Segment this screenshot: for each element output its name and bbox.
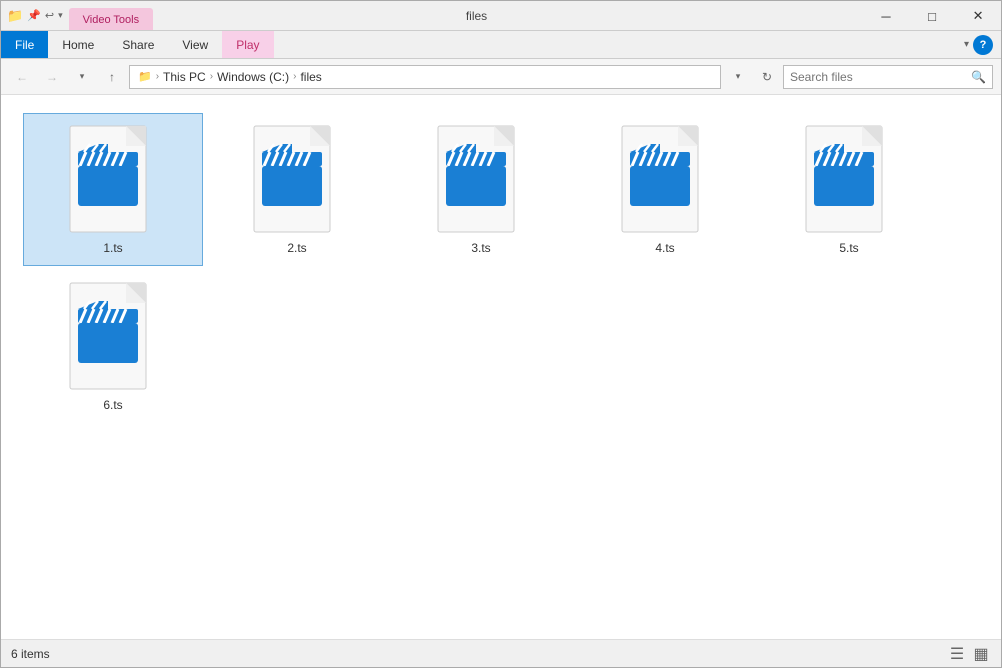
address-path[interactable]: 📁 › This PC › Windows (C:) › files bbox=[129, 65, 721, 89]
file-item[interactable]: 4.ts bbox=[575, 113, 755, 266]
file-icon bbox=[436, 124, 526, 237]
file-name: 5.ts bbox=[839, 241, 858, 255]
title-bar-left: 📁 📌 ↩ ▾ bbox=[1, 1, 69, 30]
folder-icon-small: 📁 bbox=[138, 70, 152, 83]
this-pc-segment[interactable]: This PC bbox=[163, 70, 206, 84]
window-title: files bbox=[456, 1, 863, 30]
file-icon bbox=[620, 124, 710, 237]
ribbon-tab-file[interactable]: File bbox=[1, 31, 48, 58]
ribbon-tab-home[interactable]: Home bbox=[48, 31, 108, 58]
file-item[interactable]: 5.ts bbox=[759, 113, 939, 266]
ribbon-tab-play[interactable]: Play bbox=[222, 31, 273, 58]
up-button[interactable]: ↑ bbox=[99, 65, 125, 89]
refresh-button[interactable]: ↻ bbox=[755, 65, 779, 89]
video-tools-tab[interactable]: Video Tools bbox=[69, 8, 153, 30]
file-icon bbox=[804, 124, 894, 237]
dropdown-icon[interactable]: ▾ bbox=[58, 10, 63, 21]
file-grid-container: 1.ts bbox=[1, 95, 1001, 643]
file-item[interactable]: 2.ts bbox=[207, 113, 387, 266]
close-button[interactable]: ✕ bbox=[955, 1, 1001, 31]
status-bar: 6 items ☰ ▦ bbox=[1, 639, 1001, 667]
quick-access-pin[interactable]: 📌 bbox=[27, 9, 41, 22]
ribbon-tab-view[interactable]: View bbox=[168, 31, 222, 58]
file-name: 1.ts bbox=[103, 241, 122, 255]
title-bar: 📁 📌 ↩ ▾ Video Tools files ─ □ ✕ bbox=[1, 1, 1001, 31]
search-box[interactable]: 🔍 bbox=[783, 65, 993, 89]
minimize-button[interactable]: ─ bbox=[863, 1, 909, 31]
windows-c-segment[interactable]: Windows (C:) bbox=[217, 70, 289, 84]
list-view-button[interactable]: ☰ bbox=[947, 644, 967, 664]
file-name: 6.ts bbox=[103, 398, 122, 412]
forward-button[interactable]: → bbox=[39, 65, 65, 89]
file-item[interactable]: 1.ts bbox=[23, 113, 203, 266]
maximize-button[interactable]: □ bbox=[909, 1, 955, 31]
ribbon-tab-share[interactable]: Share bbox=[108, 31, 168, 58]
file-icon bbox=[252, 124, 342, 237]
ribbon: File Home Share View Play ▾ ? bbox=[1, 31, 1001, 59]
file-item[interactable]: 3.ts bbox=[391, 113, 571, 266]
recent-locations-button[interactable]: ▾ bbox=[69, 65, 95, 89]
folder-segment[interactable]: files bbox=[300, 70, 321, 84]
back-button[interactable]: ← bbox=[9, 65, 35, 89]
address-dropdown-button[interactable]: ▾ bbox=[725, 65, 751, 89]
window-controls: ─ □ ✕ bbox=[863, 1, 1001, 30]
search-input[interactable] bbox=[790, 70, 967, 84]
video-tools-label: Video Tools bbox=[83, 14, 139, 26]
file-grid: 1.ts bbox=[21, 111, 981, 425]
help-button[interactable]: ? bbox=[973, 35, 993, 55]
item-count: 6 items bbox=[11, 647, 50, 661]
ribbon-right-controls: ▾ ? bbox=[960, 31, 1001, 58]
file-icon bbox=[68, 124, 158, 237]
undo-icon[interactable]: ↩ bbox=[45, 9, 54, 22]
file-icon bbox=[68, 281, 158, 394]
view-controls: ☰ ▦ bbox=[947, 644, 991, 664]
search-icon: 🔍 bbox=[971, 70, 986, 84]
title-bar-tabs: Video Tools bbox=[69, 1, 456, 30]
file-name: 4.ts bbox=[655, 241, 674, 255]
address-bar: ← → ▾ ↑ 📁 › This PC › Windows (C:) › fil… bbox=[1, 59, 1001, 95]
ribbon-expand-icon[interactable]: ▾ bbox=[960, 39, 973, 50]
folder-icon: 📁 bbox=[7, 8, 23, 24]
file-item[interactable]: 6.ts bbox=[23, 270, 203, 423]
grid-view-button[interactable]: ▦ bbox=[971, 644, 991, 664]
file-name: 3.ts bbox=[471, 241, 490, 255]
file-name: 2.ts bbox=[287, 241, 306, 255]
